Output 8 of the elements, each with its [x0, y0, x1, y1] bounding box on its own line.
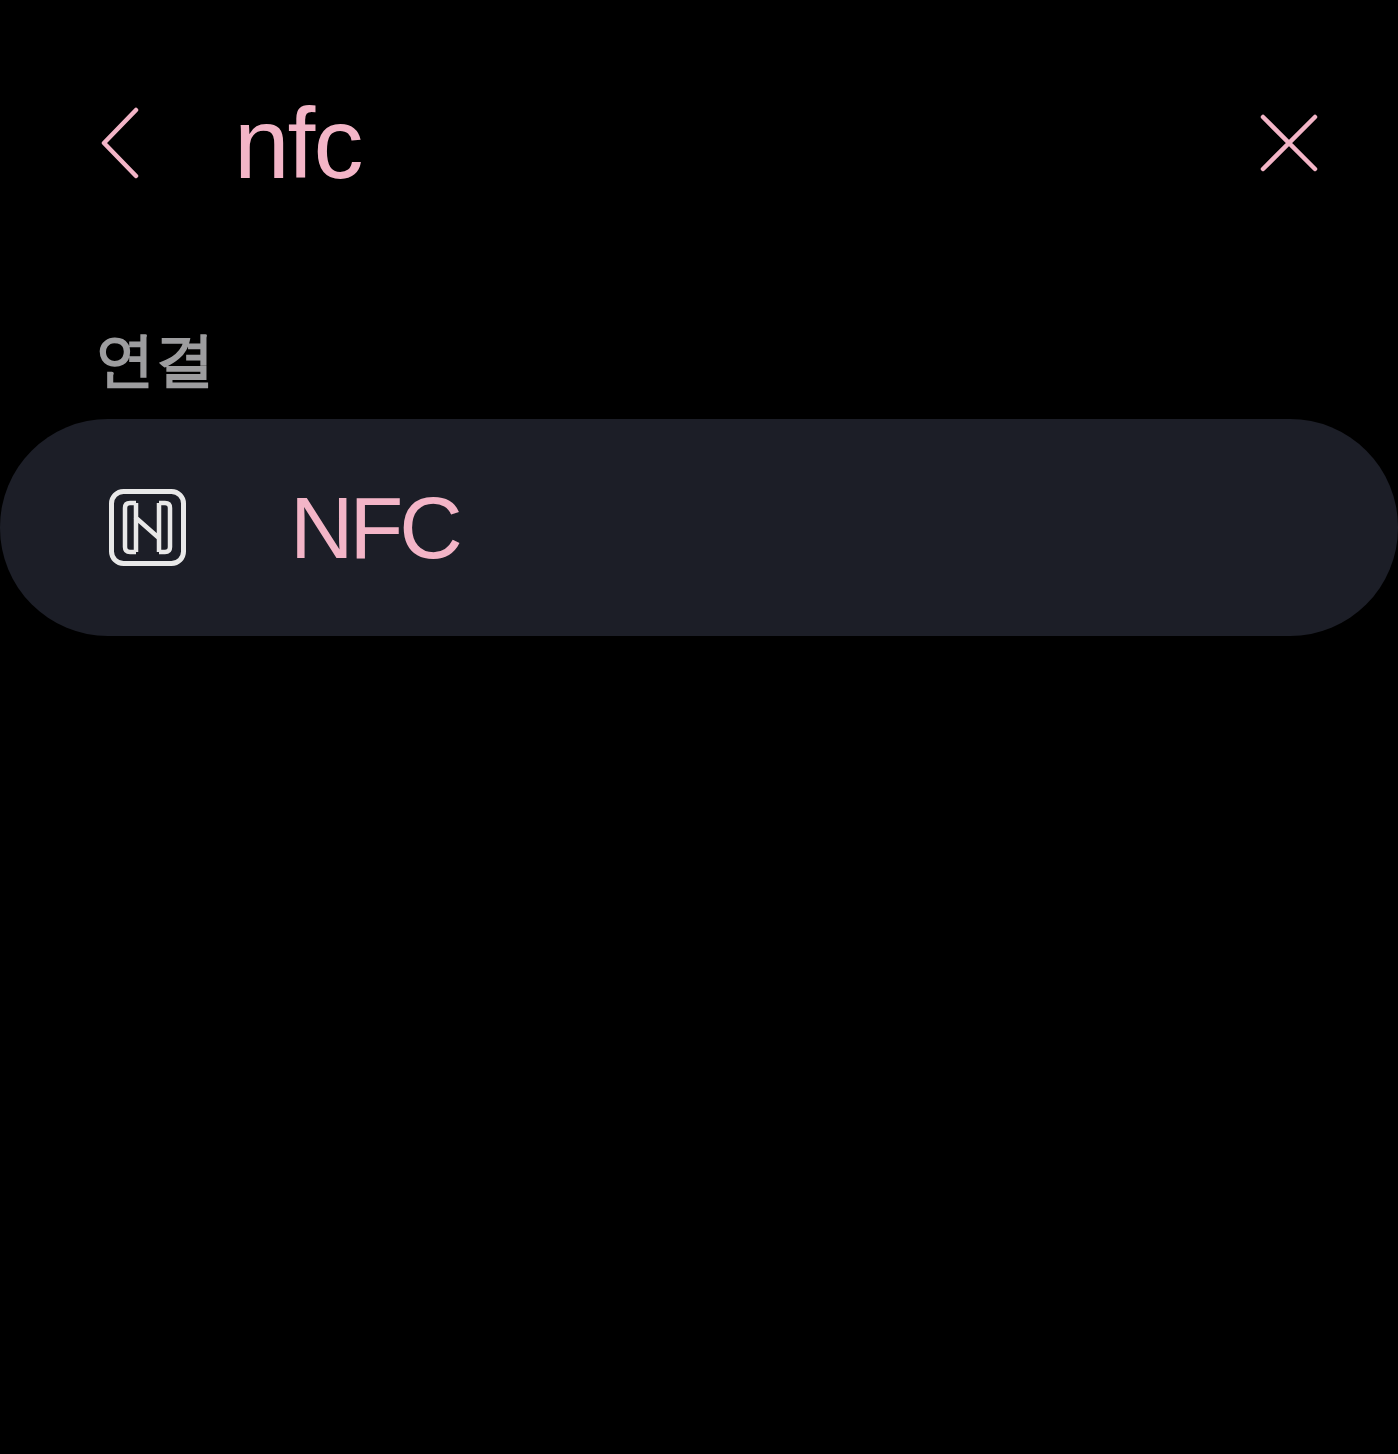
nfc-icon	[109, 489, 186, 566]
search-field[interactable]: nfc	[234, 83, 1220, 203]
back-button[interactable]	[100, 107, 140, 179]
search-result-item[interactable]: NFC	[0, 419, 1398, 636]
back-icon	[100, 107, 140, 179]
section-title: 연결	[95, 323, 215, 396]
close-icon	[1260, 114, 1318, 172]
close-button[interactable]	[1260, 114, 1318, 172]
